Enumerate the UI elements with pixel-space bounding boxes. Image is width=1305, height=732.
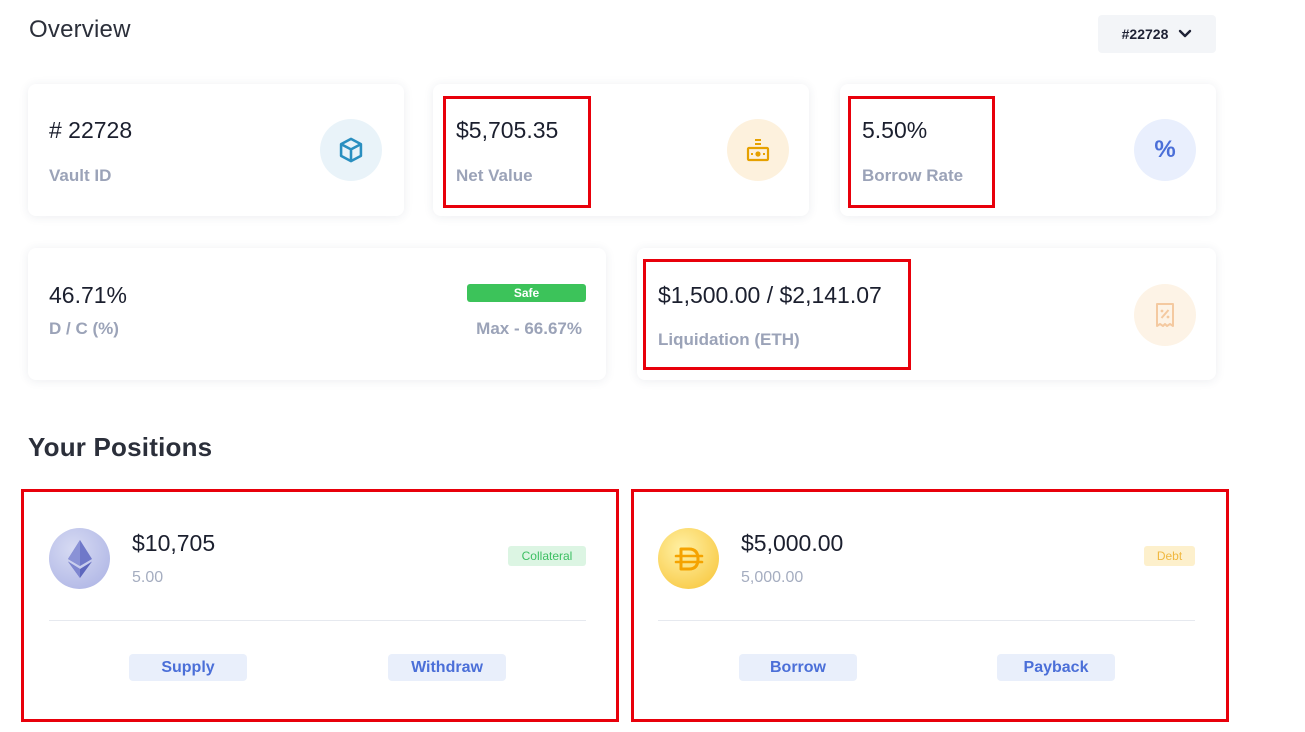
dai-icon bbox=[658, 528, 719, 589]
debt-amount: 5,000.00 bbox=[741, 569, 804, 586]
supply-button[interactable]: Supply bbox=[129, 654, 247, 681]
collateral-value: $10,705 bbox=[132, 530, 216, 556]
vault-id-label: Vault ID bbox=[49, 166, 112, 185]
borrow-rate-label: Borrow Rate bbox=[862, 166, 964, 185]
dc-ratio-card: 46.71% D / C (%) Safe Max - 66.67% bbox=[28, 248, 606, 380]
ethereum-icon bbox=[49, 528, 110, 589]
dc-ratio-label: D / C (%) bbox=[49, 319, 119, 338]
borrow-rate-card: 5.50% Borrow Rate % bbox=[840, 84, 1216, 216]
net-value-label: Net Value bbox=[456, 166, 533, 185]
overview-title: Overview bbox=[29, 16, 131, 43]
vault-selector-value: #22728 bbox=[1121, 26, 1169, 42]
dc-ratio-value: 46.71% bbox=[49, 282, 128, 308]
collateral-amount: 5.00 bbox=[132, 569, 164, 586]
vault-id-card: # 22728 Vault ID bbox=[28, 84, 404, 216]
collateral-divider bbox=[49, 620, 586, 621]
collateral-position-card: $10,705 5.00 Collateral Supply Withdraw bbox=[24, 491, 617, 720]
chevron-down-icon bbox=[1179, 29, 1192, 38]
net-value-card: $5,705.35 Net Value bbox=[433, 84, 809, 216]
vault-selector[interactable]: #22728 bbox=[1098, 15, 1216, 53]
liquidation-label: Liquidation (ETH) bbox=[658, 330, 800, 349]
borrow-rate-value: 5.50% bbox=[862, 117, 928, 143]
withdraw-button[interactable]: Withdraw bbox=[388, 654, 506, 681]
vault-id-value: # 22728 bbox=[49, 117, 133, 143]
safe-status-badge: Safe bbox=[467, 284, 586, 302]
receipt-percent-icon bbox=[1134, 284, 1196, 346]
cube-icon bbox=[320, 119, 382, 181]
debt-position-card: $5,000.00 5,000.00 Debt Borrow Payback bbox=[633, 491, 1227, 720]
debt-badge: Debt bbox=[1144, 546, 1195, 566]
collateral-badge: Collateral bbox=[508, 546, 586, 566]
dc-max-label: Max - 66.67% bbox=[476, 319, 582, 338]
debt-divider bbox=[658, 620, 1195, 621]
debt-value: $5,000.00 bbox=[741, 530, 844, 556]
net-value-value: $5,705.35 bbox=[456, 117, 559, 143]
liquidation-card: $1,500.00 / $2,141.07 Liquidation (ETH) bbox=[637, 248, 1216, 380]
payback-button[interactable]: Payback bbox=[997, 654, 1115, 681]
borrow-button[interactable]: Borrow bbox=[739, 654, 857, 681]
percent-icon: % bbox=[1134, 119, 1196, 181]
liquidation-value: $1,500.00 / $2,141.07 bbox=[658, 282, 882, 308]
positions-title: Your Positions bbox=[28, 432, 213, 462]
cash-register-icon bbox=[727, 119, 789, 181]
